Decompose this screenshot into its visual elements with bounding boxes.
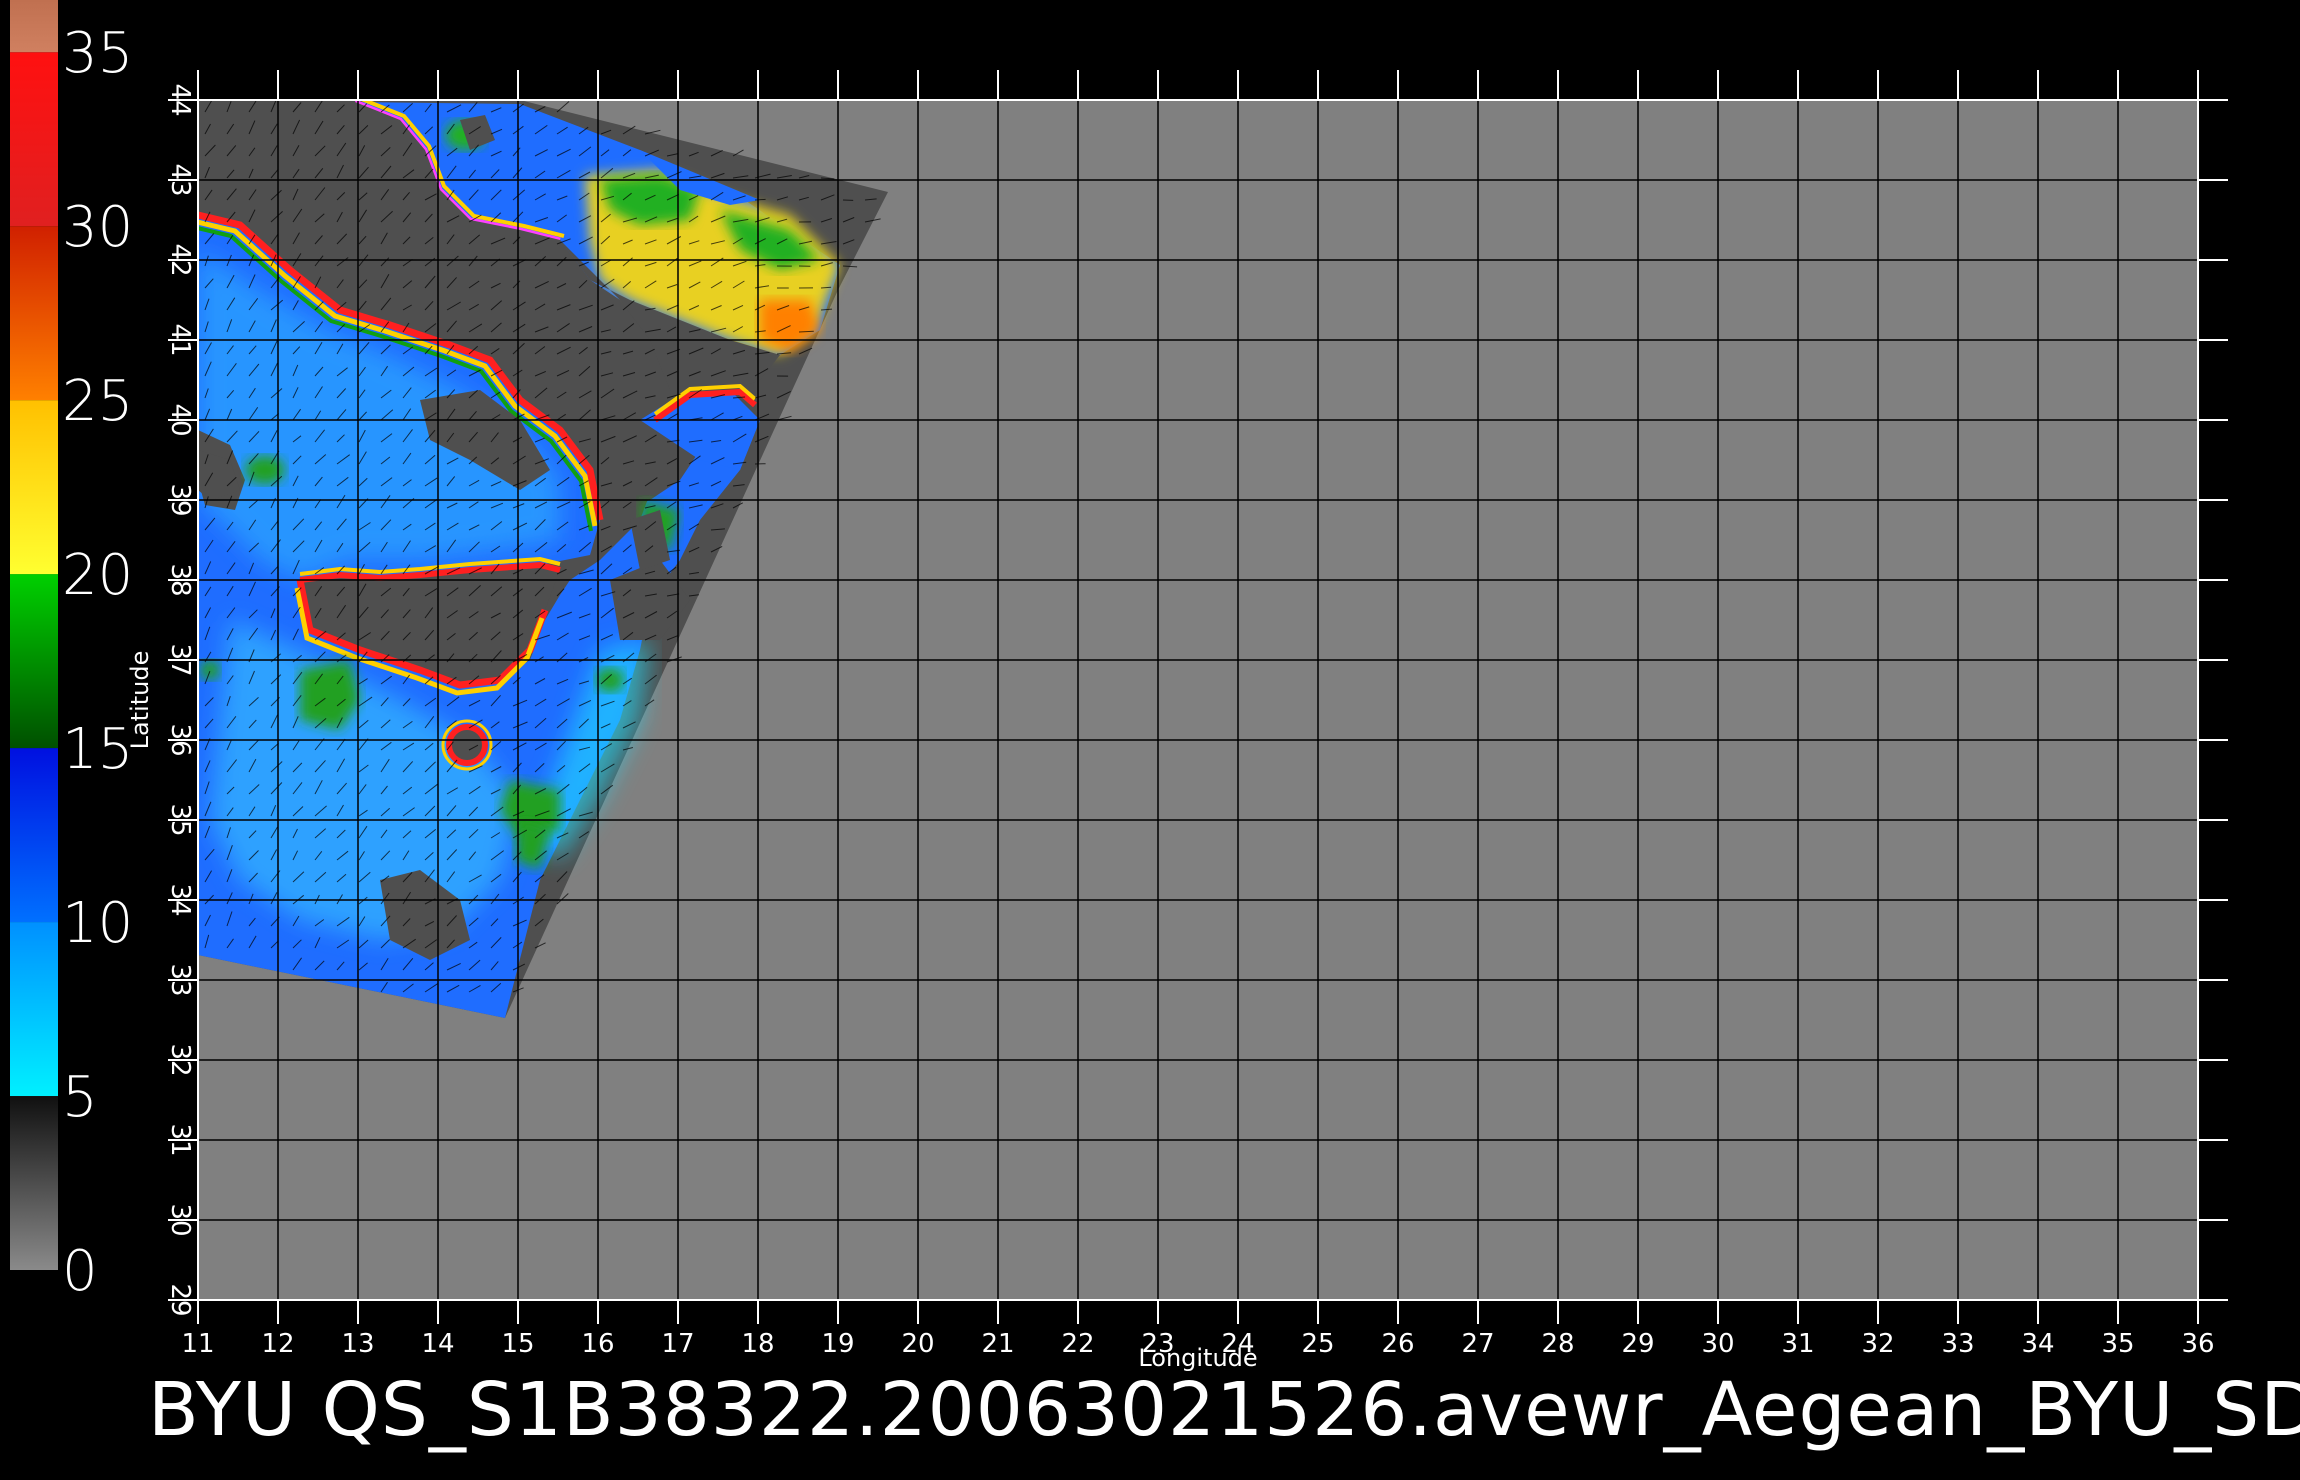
colorbar-band (10, 0, 58, 53)
x-tick-label: 19 (821, 1329, 854, 1359)
colorbar-label: 35 (62, 21, 133, 86)
colorbar-labels: 0 5 10 15 20 25 30 35 (62, 21, 133, 1304)
y-tick-label: 31 (165, 1123, 195, 1156)
x-tick-label: 29 (1621, 1329, 1654, 1359)
wind-vector (754, 198, 766, 201)
x-tick-label: 27 (1461, 1329, 1494, 1359)
y-tick-label: 39 (165, 483, 195, 516)
x-tick-label: 15 (501, 1329, 534, 1359)
colorbar-label: 30 (62, 195, 133, 260)
x-tick-label: 35 (2101, 1329, 2134, 1359)
colorbar-label: 15 (62, 717, 133, 782)
scatterometer-wind-map: 11 12 13 14 15 16 17 18 19 20 21 22 23 24 25 26 27 28 29 30… (10, 0, 2228, 1372)
x-tick-label: 21 (981, 1329, 1014, 1359)
colorbar-band (10, 226, 58, 401)
y-tick-label: 44 (165, 83, 195, 116)
y-tick-label: 33 (165, 963, 195, 996)
wind-vector (798, 330, 814, 333)
colorbar-label: 5 (62, 1065, 98, 1130)
colorbar-band (10, 400, 58, 575)
x-tick-label: 18 (741, 1329, 774, 1359)
y-tick-label: 36 (165, 723, 195, 756)
y-tick-label: 38 (165, 563, 195, 596)
x-tick-label: 34 (2021, 1329, 2054, 1359)
x-tick-label: 33 (1941, 1329, 1974, 1359)
x-tick-label: 30 (1701, 1329, 1734, 1359)
colorbar-label: 0 (62, 1239, 98, 1304)
x-tick-label: 12 (261, 1329, 294, 1359)
y-tick-label: 42 (165, 243, 195, 276)
x-tick-label: 32 (1861, 1329, 1894, 1359)
y-tick-label: 43 (165, 163, 195, 196)
wind-vector (820, 286, 832, 289)
island-ring (446, 724, 488, 766)
x-tick-label: 26 (1381, 1329, 1414, 1359)
x-tick-label: 25 (1301, 1329, 1334, 1359)
colorbar-band (10, 922, 58, 1097)
colorbar-label: 20 (62, 543, 133, 608)
x-tick-label: 22 (1061, 1329, 1094, 1359)
y-tick-label: 41 (165, 323, 195, 356)
colorbar-band (10, 748, 58, 923)
x-tick-label: 20 (901, 1329, 934, 1359)
x-tick-label: 31 (1781, 1329, 1814, 1359)
y-tick-label: 29 (165, 1283, 195, 1316)
colorbar-band (10, 52, 58, 227)
x-tick-label: 17 (661, 1329, 694, 1359)
y-tick-label: 34 (165, 883, 195, 916)
y-tick-label: 30 (165, 1203, 195, 1236)
x-tick-label: 11 (181, 1329, 214, 1359)
colorbar-band (10, 1096, 58, 1270)
x-tick-label: 13 (341, 1329, 374, 1359)
x-tick-label: 14 (421, 1329, 454, 1359)
colorbar-label: 10 (62, 891, 133, 956)
y-tick-label: 37 (165, 643, 195, 676)
image-caption: BYU QS_S1B38322.20063021526.avewr_Aegean… (148, 1367, 2300, 1453)
y-tick-label: 32 (165, 1043, 195, 1076)
x-tick-label: 16 (581, 1329, 614, 1359)
y-tick-label: 40 (165, 403, 195, 436)
colorbar-label: 25 (62, 369, 133, 434)
x-tick-label: 36 (2181, 1329, 2214, 1359)
colorbar (10, 0, 58, 1270)
x-tick-label: 28 (1541, 1329, 1574, 1359)
y-tick-label: 35 (165, 803, 195, 836)
colorbar-band (10, 574, 58, 749)
